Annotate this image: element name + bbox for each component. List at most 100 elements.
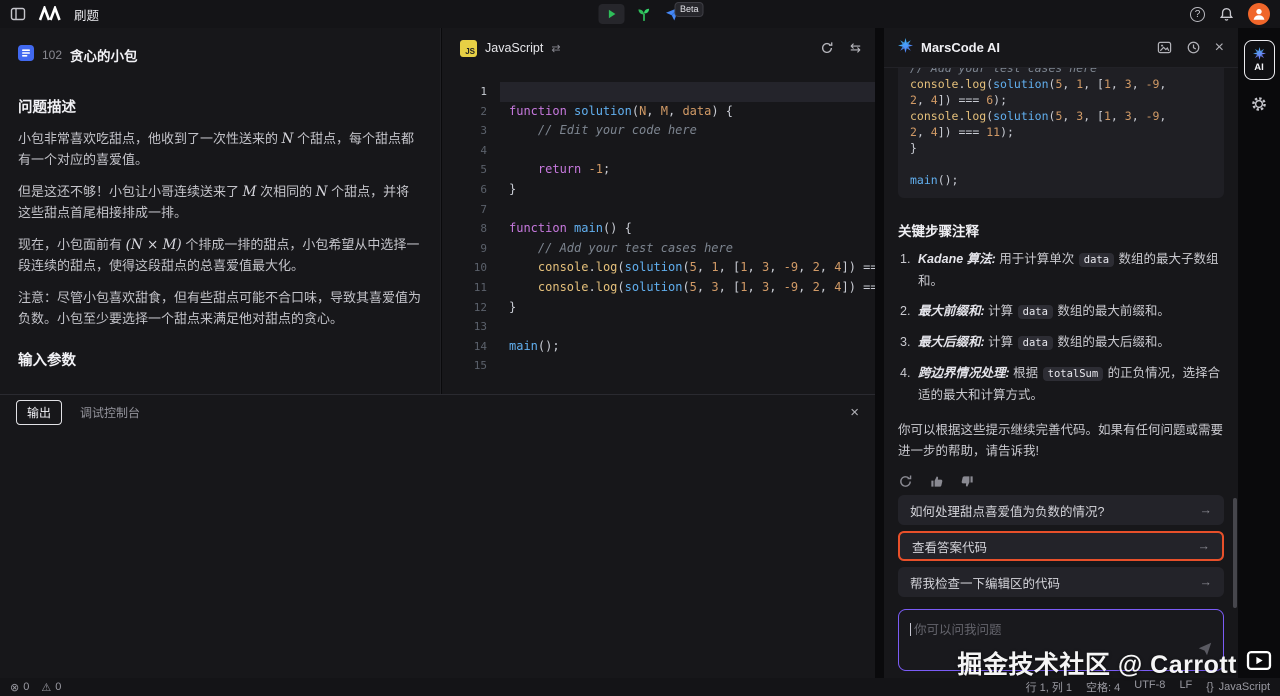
- user-avatar[interactable]: [1248, 3, 1270, 25]
- play-icon: [605, 7, 619, 21]
- output-close-icon[interactable]: ×: [850, 405, 859, 420]
- status-item[interactable]: 行 1, 列 1: [1026, 679, 1072, 695]
- code-token: );: [1000, 125, 1014, 139]
- ai-code-line: }: [910, 140, 1212, 156]
- editor-line[interactable]: 4: [442, 141, 875, 161]
- code-editor[interactable]: 12function solution(N, M, data) {3 // Ed…: [442, 68, 875, 376]
- line-number: 8: [442, 219, 487, 239]
- text-segment: 小包非常喜欢吃甜点，他收到了一次性送来的: [18, 131, 282, 146]
- code-token: function: [509, 104, 567, 118]
- editor-line[interactable]: 1: [442, 82, 875, 102]
- code-token: [509, 123, 538, 137]
- ai-assistant-button[interactable]: Beta: [664, 6, 682, 22]
- problem-id: 102: [42, 48, 62, 62]
- text-segment: 计算: [985, 335, 1017, 349]
- editor-line[interactable]: 8function main() {: [442, 219, 875, 239]
- warnings-count: 0: [55, 681, 61, 693]
- language-label[interactable]: JavaScript: [485, 41, 543, 55]
- code-token: .: [588, 260, 595, 274]
- history-icon[interactable]: [1186, 40, 1201, 55]
- text-segment: 次相同的: [256, 184, 315, 199]
- app-window: 刷题 Beta ?: [0, 0, 1280, 696]
- sidebar-toggle-icon[interactable]: [10, 6, 26, 22]
- editor-line[interactable]: 14main();: [442, 337, 875, 357]
- editor-line[interactable]: 5 return -1;: [442, 160, 875, 180]
- code-token: ,: [820, 260, 834, 274]
- code-token: [509, 162, 538, 176]
- inline-code-chip: data: [1079, 253, 1114, 267]
- language-switch-icon[interactable]: ⇄: [551, 42, 560, 55]
- screenshot-icon[interactable]: [1157, 40, 1172, 55]
- thumbs-up-icon[interactable]: [929, 474, 944, 489]
- editor-line[interactable]: 3 // Edit your code here: [442, 121, 875, 141]
- math-symbol: (N × M): [126, 237, 182, 253]
- code-token: [581, 162, 588, 176]
- code-token: 3: [711, 280, 718, 294]
- line-number: 6: [442, 180, 487, 200]
- code-token: console: [910, 109, 958, 123]
- editor-line[interactable]: 6}: [442, 180, 875, 200]
- scrollbar-thumb[interactable]: [1233, 498, 1237, 608]
- line-content: [487, 141, 509, 161]
- status-language[interactable]: {} JavaScript: [1206, 681, 1270, 693]
- problems-summary[interactable]: ⊗ 0 ⚠ 0: [10, 681, 61, 694]
- notifications-bell-icon[interactable]: [1219, 7, 1234, 22]
- editor-line[interactable]: 11 console.log(solution(5, 3, [1, 3, -9,…: [442, 278, 875, 298]
- editor-line[interactable]: 13: [442, 317, 875, 337]
- bottom-tab-0[interactable]: 输出: [16, 400, 62, 425]
- status-language-label: JavaScript: [1219, 681, 1270, 693]
- editor-line[interactable]: 15: [442, 356, 875, 376]
- ai-feedback-row: [898, 474, 1224, 489]
- editor-line[interactable]: 10 console.log(solution(5, 1, [1, 3, -9,…: [442, 258, 875, 278]
- code-token: 1: [1104, 109, 1111, 123]
- help-icon[interactable]: ?: [1190, 7, 1205, 22]
- code-token: (: [617, 280, 624, 294]
- diff-compare-icon[interactable]: ⇆: [850, 40, 861, 56]
- code-token: [509, 241, 538, 255]
- bottom-tab-1[interactable]: 调试控制台: [80, 404, 140, 421]
- ai-panel-header: MarsCode AI ×: [884, 28, 1238, 68]
- note-index: 1.: [900, 249, 910, 270]
- line-content: [487, 356, 509, 376]
- problem-title: 贪心的小包: [70, 45, 138, 65]
- suggestion-chip[interactable]: 帮我检查一下编辑区的代码→: [898, 567, 1224, 597]
- code-token: }: [509, 300, 516, 314]
- code-token: // Add your test cases here: [910, 68, 1097, 75]
- line-number: 2: [442, 102, 487, 122]
- run-button[interactable]: [599, 4, 625, 24]
- line-content: [487, 82, 509, 102]
- suggestion-chip[interactable]: 查看答案代码→: [898, 531, 1224, 561]
- ai-panel-close-icon[interactable]: ×: [1215, 40, 1224, 56]
- thumbs-down-icon[interactable]: [960, 474, 975, 489]
- editor-line[interactable]: 12}: [442, 298, 875, 318]
- line-number: 13: [442, 317, 487, 337]
- status-item[interactable]: 空格: 4: [1086, 679, 1120, 695]
- errors-count: 0: [23, 681, 29, 693]
- editor-line[interactable]: 7: [442, 200, 875, 220]
- code-token: log: [596, 260, 618, 274]
- settings-gear-icon[interactable]: [1251, 96, 1267, 112]
- note-lead: 跨边界情况处理:: [918, 366, 1010, 380]
- code-token: , [: [719, 280, 741, 294]
- ai-panel-title: MarsCode AI: [921, 40, 1000, 55]
- regenerate-icon[interactable]: [898, 474, 913, 489]
- status-item[interactable]: LF: [1179, 679, 1192, 695]
- code-token: -9: [784, 260, 798, 274]
- note-lead: 最大前缀和:: [918, 304, 985, 318]
- code-token: return: [538, 162, 581, 176]
- practice-tree-button[interactable]: [636, 6, 653, 23]
- line-number: 1: [442, 82, 487, 102]
- suggestion-chip[interactable]: 如何处理甜点喜爱值为负数的情况?→: [898, 495, 1224, 525]
- editor-line[interactable]: 9 // Add your test cases here: [442, 239, 875, 259]
- ai-dock-button[interactable]: AI: [1244, 40, 1275, 80]
- editor-line[interactable]: 2function solution(N, M, data) {: [442, 102, 875, 122]
- ai-code-line: console.log(solution(5, 1, [1, 3, -9,: [910, 76, 1212, 92]
- reset-code-icon[interactable]: [820, 41, 834, 55]
- text-cursor: [910, 623, 911, 636]
- marscode-ai-sparkle-icon: [898, 38, 913, 58]
- status-item[interactable]: UTF-8: [1134, 679, 1165, 695]
- problem-paragraph: 小包非常喜欢吃甜点，他收到了一次性送来的 N 个甜点，每个甜点都有一个对应的喜爱…: [18, 129, 422, 170]
- code-token: console: [538, 260, 589, 274]
- warnings-icon: ⚠: [41, 681, 51, 694]
- marscode-logo-icon[interactable]: [38, 6, 62, 22]
